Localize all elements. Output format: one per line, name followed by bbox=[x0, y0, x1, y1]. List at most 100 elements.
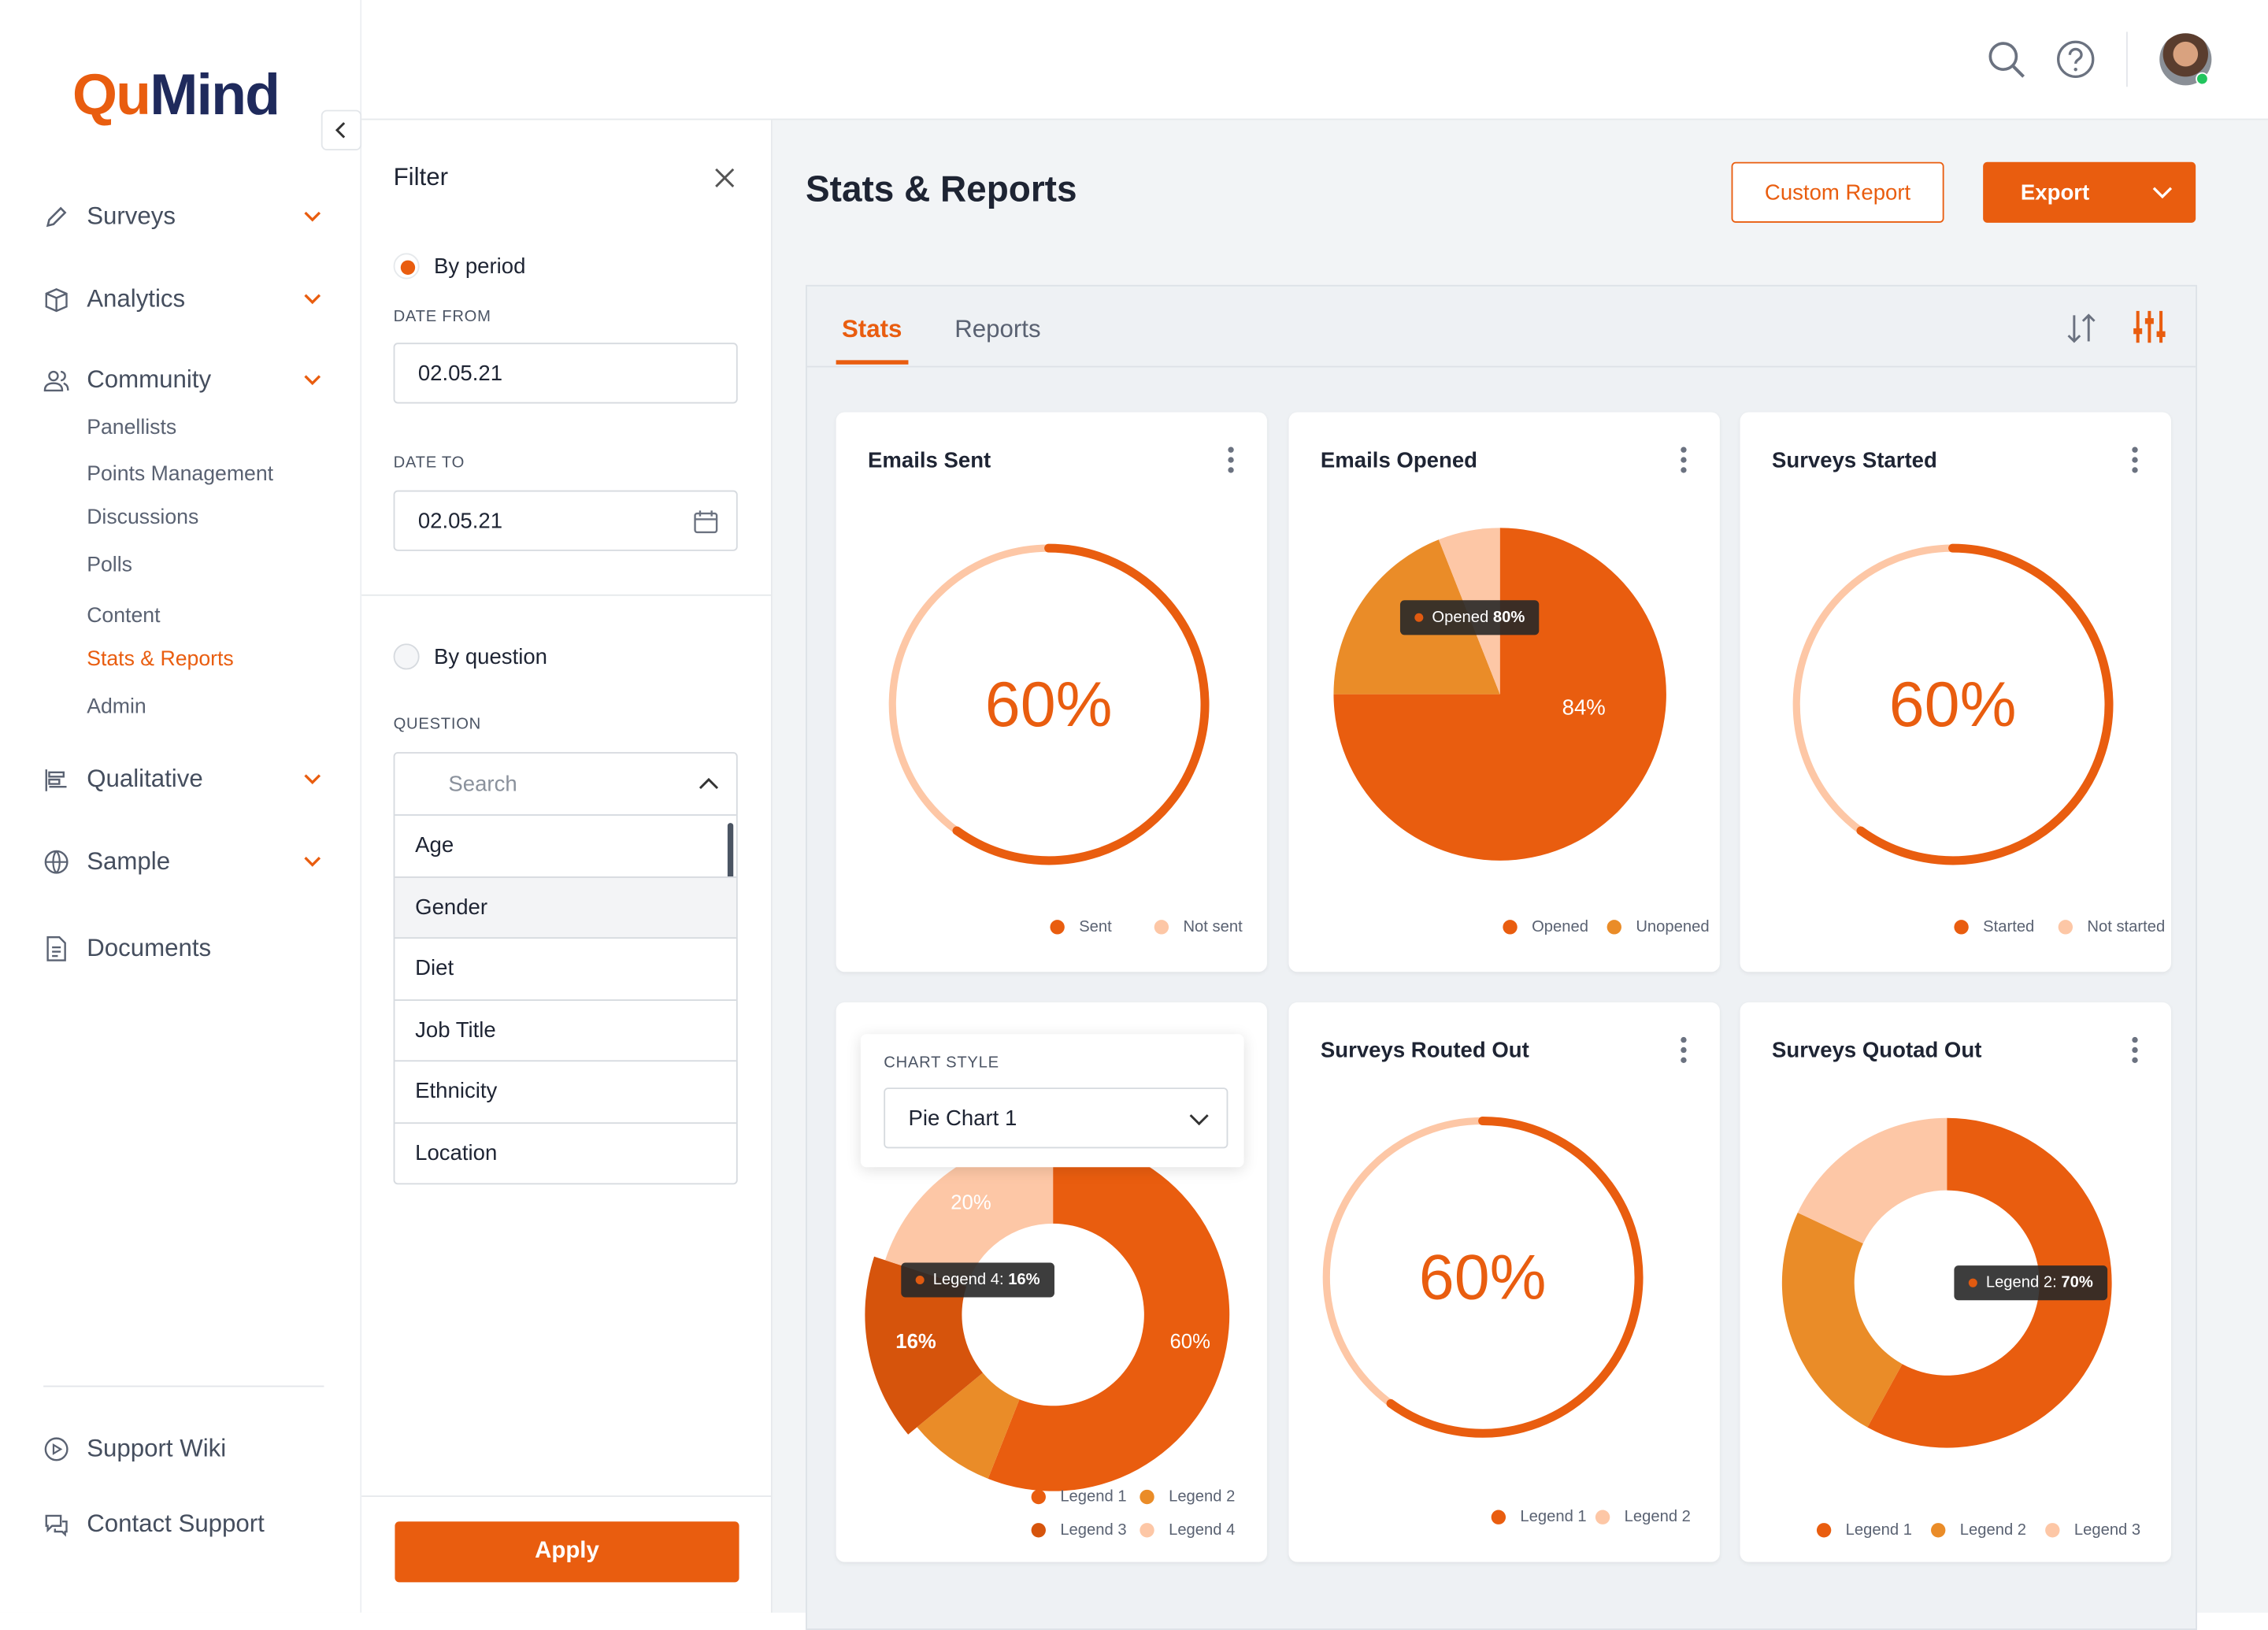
close-icon[interactable] bbox=[714, 168, 735, 188]
users-icon bbox=[43, 370, 69, 392]
logo[interactable]: QuMind bbox=[72, 64, 280, 129]
legend-swatch bbox=[1140, 1489, 1154, 1505]
settings-sliders-icon[interactable] bbox=[2131, 308, 2169, 346]
sidebar-item-qualitative[interactable]: Qualitative bbox=[43, 759, 325, 799]
apply-button[interactable]: Apply bbox=[395, 1521, 739, 1583]
question-search-input[interactable]: Search bbox=[395, 754, 736, 814]
question-option-ethnicity[interactable]: Ethnicity bbox=[395, 1060, 736, 1121]
chart-card: 60% 16% 20% Legend 4: 16% Legend 1 Legend 2 Le… bbox=[836, 1002, 1267, 1562]
legend-swatch bbox=[1031, 1489, 1046, 1505]
legend-label: Not started bbox=[2087, 918, 2166, 936]
sidebar-subitem-admin[interactable]: Admin bbox=[87, 695, 146, 718]
sidebar-subitem-polls[interactable]: Polls bbox=[87, 554, 132, 576]
chevron-down-icon[interactable] bbox=[1189, 1111, 1210, 1128]
date-to-input[interactable]: 02.05.21 bbox=[393, 490, 738, 551]
sidebar-item-support-wiki[interactable]: Support Wiki bbox=[43, 1429, 325, 1469]
sidebar: QuMind Surveys Analytics Community Panel… bbox=[0, 0, 362, 1613]
chart-style-label: CHART STYLE bbox=[884, 1054, 999, 1072]
sort-icon[interactable] bbox=[2064, 311, 2099, 346]
question-option-location[interactable]: Location bbox=[395, 1121, 736, 1183]
sidebar-item-label: Contact Support bbox=[87, 1510, 265, 1538]
export-button[interactable]: Export bbox=[1983, 161, 2196, 223]
by-period-radio[interactable] bbox=[393, 253, 420, 280]
option-label: Age bbox=[415, 833, 454, 858]
chart-style-select[interactable]: Pie Chart 1 bbox=[884, 1087, 1228, 1149]
help-icon[interactable] bbox=[2055, 39, 2096, 80]
sidebar-subitem-content[interactable]: Content bbox=[87, 605, 160, 628]
legend-swatch bbox=[1931, 1523, 1946, 1538]
tab-reports[interactable]: Reports bbox=[954, 315, 1040, 344]
chevron-up-icon[interactable] bbox=[699, 775, 719, 792]
export-label: Export bbox=[2020, 180, 2090, 205]
legend-swatch bbox=[2058, 920, 2073, 935]
filter-footer-divider bbox=[361, 1495, 771, 1498]
sidebar-item-community[interactable]: Community bbox=[43, 360, 325, 400]
option-label: Ethnicity bbox=[415, 1079, 498, 1104]
sidebar-item-documents[interactable]: Documents bbox=[43, 928, 325, 969]
chart-tooltip: Opened 80% bbox=[1399, 600, 1540, 635]
chart-svg: 60% bbox=[1792, 543, 2114, 865]
legend-label: Legend 3 bbox=[1060, 1521, 1127, 1539]
sidebar-item-label: Sample bbox=[87, 847, 171, 876]
sidebar-item-analytics[interactable]: Analytics bbox=[43, 279, 325, 319]
legend-swatch bbox=[1606, 920, 1621, 935]
legend-label: Legend 4 bbox=[1169, 1521, 1236, 1539]
date-from-input[interactable]: 02.05.21 bbox=[393, 343, 738, 404]
sidebar-item-contact-support[interactable]: Contact Support bbox=[43, 1504, 325, 1544]
sidebar-subitem-points-management[interactable]: Points Management bbox=[87, 463, 273, 486]
question-option-gender[interactable]: Gender bbox=[395, 876, 736, 938]
sidebar-subitem-discussions[interactable]: Discussions bbox=[87, 506, 198, 529]
legend-swatch bbox=[1031, 1523, 1046, 1538]
calendar-icon[interactable] bbox=[693, 509, 719, 535]
sidebar-subitem-stats-reports[interactable]: Stats & Reports bbox=[87, 648, 234, 671]
by-question-radio[interactable] bbox=[393, 643, 420, 670]
sidebar-item-label: Qualitative bbox=[87, 765, 203, 793]
tab-stats[interactable]: Stats bbox=[842, 315, 902, 344]
option-label: Diet bbox=[415, 956, 454, 981]
chart-svg: 60% bbox=[888, 543, 1210, 865]
chevron-down-icon bbox=[304, 857, 321, 867]
chart-card: Emails Opened 84% Opened 80% Opened Unopened bbox=[1288, 412, 1720, 972]
sidebar-item-label: Surveys bbox=[87, 202, 176, 231]
legend-item: Legend 3 bbox=[1031, 1521, 1127, 1539]
chart-card: Surveys Routed Out 60% Legend 1 Legend 2 bbox=[1288, 1002, 1720, 1562]
header-divider bbox=[2125, 31, 2128, 87]
legend-swatch bbox=[1140, 1523, 1154, 1538]
collapse-sidebar-button[interactable] bbox=[321, 109, 362, 151]
date-to-value: 02.05.21 bbox=[417, 508, 503, 533]
bars-icon bbox=[45, 769, 67, 791]
legend-label: Legend 1 bbox=[1520, 1508, 1587, 1526]
chart-tooltip: Legend 4: 16% bbox=[901, 1262, 1055, 1298]
sidebar-item-surveys[interactable]: Surveys bbox=[43, 197, 325, 237]
search-icon[interactable] bbox=[1986, 39, 2026, 80]
question-option-diet[interactable]: Diet bbox=[395, 937, 736, 998]
question-label: QUESTION bbox=[393, 716, 481, 734]
pencil-icon bbox=[46, 206, 67, 228]
legend-label: Legend 1 bbox=[1060, 1487, 1127, 1506]
legend-swatch bbox=[1595, 1510, 1610, 1524]
legend-item: Legend 1 bbox=[1031, 1487, 1127, 1506]
tooltip-dot bbox=[915, 1275, 925, 1285]
filter-divider bbox=[361, 594, 771, 596]
date-from-value: 02.05.21 bbox=[417, 361, 503, 386]
question-option-job-title[interactable]: Job Title bbox=[395, 998, 736, 1060]
gauge-value-label: 60% bbox=[1419, 1242, 1547, 1313]
chevron-down-icon[interactable] bbox=[2152, 183, 2173, 201]
sidebar-item-sample[interactable]: Sample bbox=[43, 842, 325, 882]
question-option-age[interactable]: Age bbox=[395, 814, 736, 902]
sidebar-subitem-panellists[interactable]: Panellists bbox=[87, 417, 176, 439]
legend-label: Legend 2 bbox=[1169, 1487, 1236, 1506]
tooltip-dot bbox=[1968, 1278, 1977, 1287]
legend-item: Started bbox=[1954, 918, 2034, 935]
chevron-down-icon bbox=[304, 375, 321, 386]
legend-item: Legend 4 bbox=[1140, 1521, 1235, 1539]
tooltip-value: 16% bbox=[1008, 1271, 1040, 1289]
sidebar-item-label: Support Wiki bbox=[87, 1435, 227, 1462]
slice-data-label: 84% bbox=[1562, 695, 1606, 719]
sidebar-divider bbox=[43, 1385, 324, 1387]
chart-slice[interactable] bbox=[1781, 1213, 1903, 1428]
legend-swatch bbox=[1954, 920, 1969, 935]
search-placeholder: Search bbox=[448, 771, 517, 797]
custom-report-button[interactable]: Custom Report bbox=[1731, 161, 1944, 223]
tooltip-dot bbox=[1414, 613, 1424, 622]
